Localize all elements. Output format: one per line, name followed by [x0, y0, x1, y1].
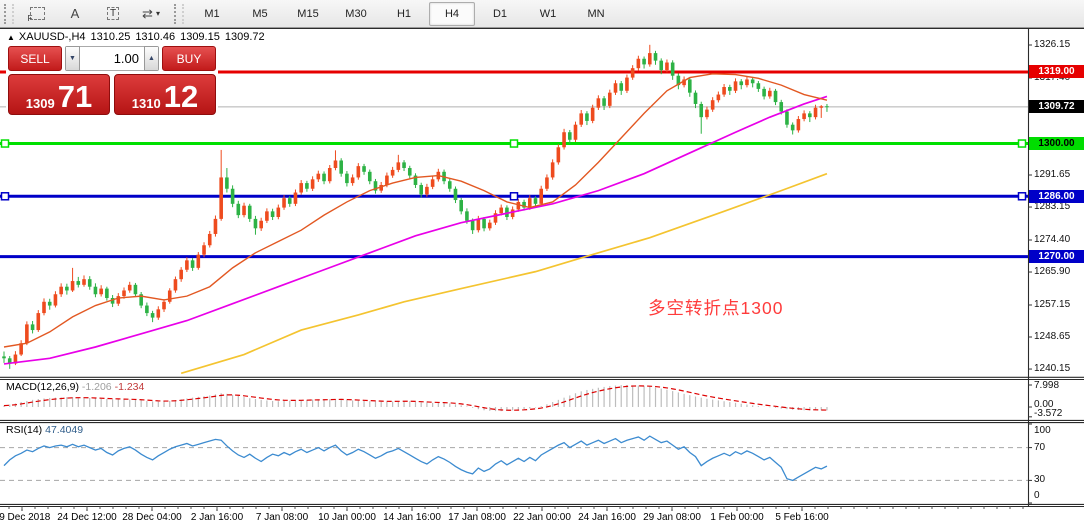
macd-name: MACD(12,26,9) — [6, 381, 79, 393]
price-badge: 1300.00 — [1029, 137, 1084, 150]
sell-button[interactable]: SELL — [8, 46, 62, 71]
trading-terminal-window: F A T ⇄ ▾ M1M5M15M30H1H4D1W1MN ▲XAUUSD-,… — [0, 0, 1084, 529]
chart-annotation-text: 多空转折点1300 — [648, 295, 783, 320]
price-badge: 1270.00 — [1029, 250, 1084, 263]
price-badge: 1319.00 — [1029, 65, 1084, 78]
macd-signal-value: -1.234 — [115, 381, 145, 393]
macd-indicator-label: MACD(12,26,9) -1.206 -1.234 — [6, 381, 144, 393]
time-axis-label: 5 Feb 16:00 — [760, 512, 844, 523]
rsi-axis-label: 0 — [1034, 490, 1040, 501]
price-badge: 1309.72 — [1029, 100, 1084, 113]
price-axis-tick-label: 1274.40 — [1034, 234, 1070, 245]
buy-price-pips: 12 — [164, 82, 198, 111]
open-value: 1310.25 — [91, 31, 131, 43]
macd-axis-label: -3.572 — [1034, 408, 1062, 419]
close-value: 1309.72 — [225, 31, 265, 43]
price-axis-tick-label: 1265.90 — [1034, 266, 1070, 277]
price-axis-tick-label: 1326.15 — [1034, 39, 1070, 50]
selection-handles — [2, 140, 1026, 200]
rsi-value: 47.4049 — [45, 424, 83, 436]
trend-up-icon: ▲ — [7, 33, 15, 42]
rsi-indicator-label: RSI(14) 47.4049 — [6, 424, 83, 436]
high-value: 1310.46 — [135, 31, 175, 43]
ma-slow-line — [181, 174, 827, 374]
rsi-axis-label: 30 — [1034, 474, 1045, 485]
buy-price-main: 1310 — [132, 96, 161, 111]
price-axis-tick-label: 1257.15 — [1034, 299, 1070, 310]
macd-axis-label: 7.998 — [1034, 380, 1059, 391]
volume-increase-button[interactable]: ▲ — [144, 46, 159, 71]
rsi-panel — [0, 436, 1028, 480]
sell-price-main: 1309 — [26, 96, 55, 111]
macd-main-value: -1.206 — [82, 381, 112, 393]
price-badge: 1286.00 — [1029, 190, 1084, 203]
volume-decrease-button[interactable]: ▼ — [65, 46, 80, 71]
price-axis-tick-label: 1248.65 — [1034, 331, 1070, 342]
ma-mid-line — [4, 96, 827, 364]
rsi-axis-label: 100 — [1034, 425, 1051, 436]
buy-button[interactable]: BUY — [162, 46, 216, 71]
rsi-name: RSI(14) — [6, 424, 42, 436]
rsi-axis-label: 70 — [1034, 442, 1045, 453]
symbol-period-label: XAUUSD-,H4 — [19, 31, 86, 43]
buy-price-tile[interactable]: 1310 12 — [114, 74, 216, 115]
sell-price-tile[interactable]: 1309 71 — [8, 74, 110, 115]
one-click-trade-panel: SELL ▼ ▲ BUY 1309 71 1310 12 — [6, 44, 218, 117]
low-value: 1309.15 — [180, 31, 220, 43]
volume-input[interactable] — [80, 46, 144, 71]
chart-header: ▲ XAUUSD-,H4 1310.25 1310.46 1309.15 1309.72 — [7, 31, 270, 43]
sell-price-pips: 71 — [58, 82, 92, 111]
volume-stepper: ▼ ▲ — [65, 46, 159, 71]
price-axis-tick-label: 1240.15 — [1034, 363, 1070, 374]
price-axis-tick-label: 1291.65 — [1034, 169, 1070, 180]
